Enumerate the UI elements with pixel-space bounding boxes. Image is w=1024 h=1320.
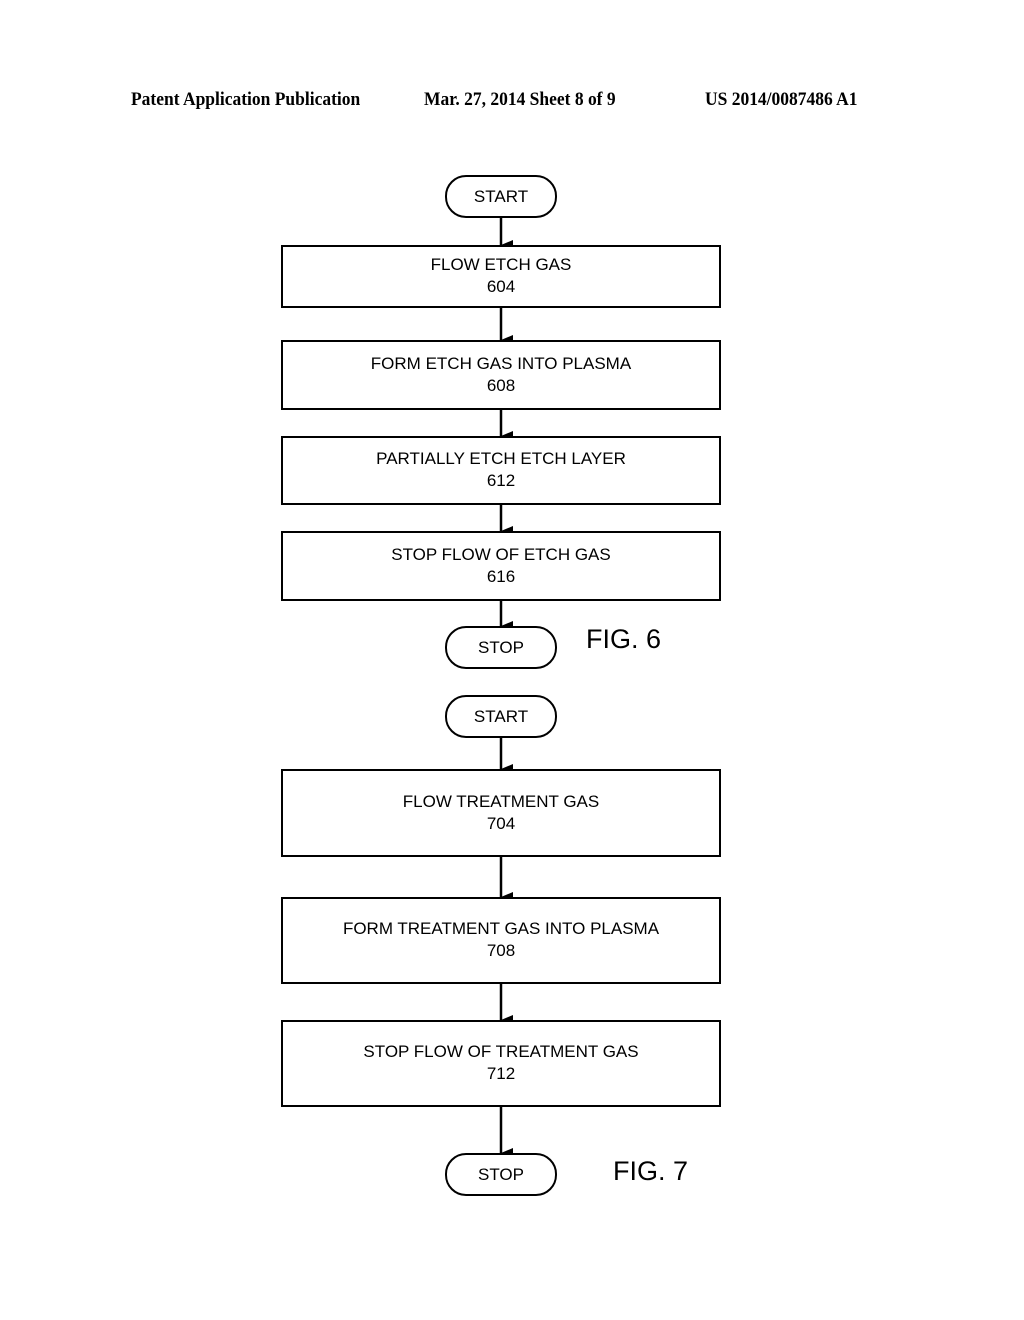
fig7-step-712: STOP FLOW OF TREATMENT GAS 712 bbox=[281, 1020, 721, 1107]
fig6-flowchart: START FLOW ETCH GAS 604 FORM ETCH GAS IN… bbox=[281, 175, 721, 669]
step-text: FORM ETCH GAS INTO PLASMA bbox=[371, 354, 632, 373]
fig6-step-612: PARTIALLY ETCH ETCH LAYER 612 bbox=[281, 436, 721, 505]
fig6-step-616: STOP FLOW OF ETCH GAS 616 bbox=[281, 531, 721, 601]
step-ref: 704 bbox=[487, 814, 515, 833]
step-ref: 612 bbox=[487, 471, 515, 490]
fig7-stop-terminal: STOP bbox=[445, 1153, 557, 1196]
step-text: PARTIALLY ETCH ETCH LAYER bbox=[376, 449, 626, 468]
fig7-stop-label: STOP bbox=[478, 1165, 524, 1184]
step-text: FORM TREATMENT GAS INTO PLASMA bbox=[343, 919, 660, 938]
step-text: STOP FLOW OF ETCH GAS bbox=[391, 545, 610, 564]
fig6-stop-terminal: STOP bbox=[445, 626, 557, 669]
fig6-stop-label: STOP bbox=[478, 638, 524, 657]
step-ref: 712 bbox=[487, 1064, 515, 1083]
fig7-step-708: FORM TREATMENT GAS INTO PLASMA 708 bbox=[281, 897, 721, 984]
fig7-step-704: FLOW TREATMENT GAS 704 bbox=[281, 769, 721, 857]
fig6-label: FIG. 6 bbox=[586, 624, 661, 654]
step-ref: 604 bbox=[487, 277, 515, 296]
step-text: STOP FLOW OF TREATMENT GAS bbox=[363, 1042, 638, 1061]
step-ref: 608 bbox=[487, 376, 515, 395]
flowchart-canvas: START FLOW ETCH GAS 604 FORM ETCH GAS IN… bbox=[281, 175, 721, 1196]
fig7-flowchart: START FLOW TREATMENT GAS 704 FORM TREATM… bbox=[281, 695, 721, 1196]
fig6-start-terminal: START bbox=[445, 175, 557, 218]
fig6-start-label: START bbox=[474, 187, 528, 206]
fig6-step-608: FORM ETCH GAS INTO PLASMA 608 bbox=[281, 340, 721, 410]
step-text: FLOW ETCH GAS bbox=[431, 255, 572, 274]
step-ref: 616 bbox=[487, 567, 515, 586]
step-text: FLOW TREATMENT GAS bbox=[403, 792, 599, 811]
fig7-start-label: START bbox=[474, 707, 528, 726]
fig7-label: FIG. 7 bbox=[613, 1156, 688, 1186]
fig6-step-604: FLOW ETCH GAS 604 bbox=[281, 245, 721, 308]
fig7-start-terminal: START bbox=[445, 695, 557, 738]
step-ref: 708 bbox=[487, 941, 515, 960]
